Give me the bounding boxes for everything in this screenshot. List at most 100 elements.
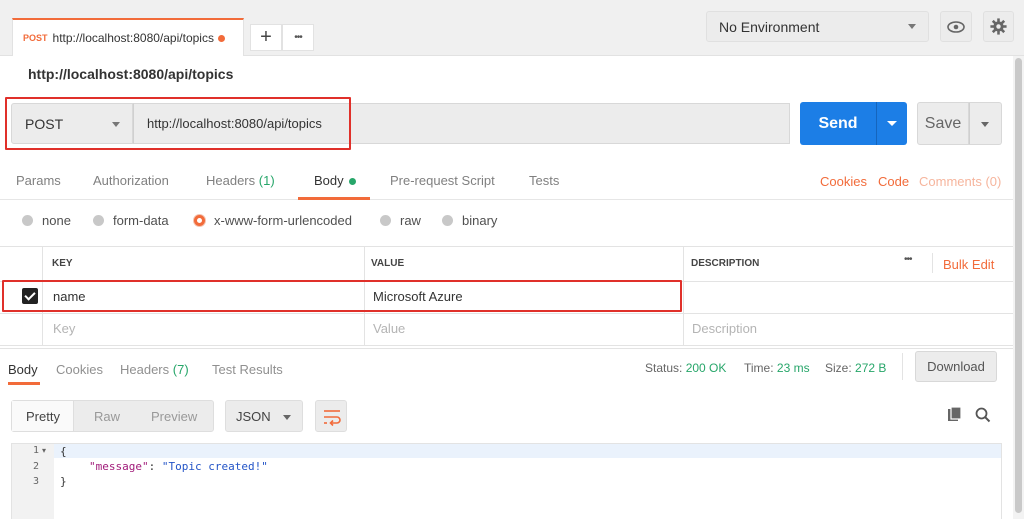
environment-select[interactable]: No Environment: [706, 11, 929, 42]
tab-response-headers[interactable]: Headers (7): [120, 362, 189, 377]
new-description-field[interactable]: Description: [692, 321, 757, 336]
response-language-value: JSON: [236, 408, 271, 424]
request-name[interactable]: http://localhost:8080/api/topics: [28, 66, 233, 82]
tab-response-headers-count: (7): [172, 362, 189, 377]
environment-quick-look-button[interactable]: [940, 11, 972, 42]
radio-icon: [93, 215, 104, 226]
column-header-key: KEY: [52, 258, 73, 269]
line-number: 3: [33, 476, 40, 487]
chevron-down-icon: [908, 24, 916, 29]
unsaved-dot-icon: [217, 34, 225, 42]
new-tab-button[interactable]: +: [250, 24, 282, 51]
send-options-button[interactable]: [876, 102, 907, 145]
tab-response-cookies[interactable]: Cookies: [56, 362, 103, 377]
tab-authorization[interactable]: Authorization: [93, 173, 169, 188]
new-value-field[interactable]: Value: [373, 321, 405, 336]
highlight-box-url: [5, 97, 351, 150]
line-number: 2: [33, 461, 40, 472]
radio-selected-icon: [194, 215, 205, 226]
status-value: 200 OK: [685, 361, 727, 375]
status-readout: Status: 200 OK: [645, 361, 726, 375]
eye-icon: [947, 20, 965, 33]
line-number: 1: [33, 445, 40, 456]
radio-icon: [442, 215, 453, 226]
chevron-down-icon: [283, 415, 291, 420]
save-options-button[interactable]: [969, 102, 1002, 145]
size-value: 272 B: [855, 361, 887, 375]
wrap-lines-button[interactable]: [315, 400, 347, 432]
environment-selected-value: No Environment: [719, 18, 820, 35]
radio-label: form-data: [113, 213, 169, 228]
copy-icon[interactable]: [947, 406, 963, 423]
radio-label: binary: [462, 213, 498, 228]
radio-icon: [380, 215, 391, 226]
table-divider: [683, 246, 684, 346]
gear-icon: [990, 18, 1007, 35]
tab-headers-count: (1): [258, 173, 275, 188]
status-label: Status:: [645, 361, 683, 375]
active-tab-underline: [8, 382, 40, 385]
tab-response-headers-label: Headers: [120, 362, 170, 377]
request-tab-method: POST: [23, 33, 48, 43]
window-scrollbar[interactable]: [1013, 56, 1024, 519]
tab-response-body[interactable]: Body: [8, 362, 38, 377]
tab-test-results[interactable]: Test Results: [212, 362, 283, 377]
column-header-value: VALUE: [371, 258, 405, 269]
time-label: Time:: [744, 361, 774, 375]
radio-icon: [22, 215, 33, 226]
status-separator: [902, 353, 903, 380]
preview-button[interactable]: Preview: [151, 409, 197, 424]
time-readout: Time: 23 ms: [744, 361, 810, 375]
postman-window: POST http://localhost:8080/api/topics + …: [0, 0, 1024, 519]
raw-button[interactable]: Raw: [94, 409, 120, 424]
download-button[interactable]: Download: [915, 351, 997, 382]
tab-headers-label: Headers: [206, 173, 256, 188]
wrap-lines-icon: [324, 410, 341, 427]
tab-prerequest-script[interactable]: Pre-request Script: [390, 173, 495, 188]
radio-raw[interactable]: raw: [380, 213, 421, 228]
radio-binary[interactable]: binary: [442, 213, 497, 228]
tab-tests[interactable]: Tests: [529, 173, 559, 188]
tab-body[interactable]: Body: [314, 173, 356, 188]
tab-more-button[interactable]: •••: [282, 24, 314, 51]
environment-settings-button[interactable]: [983, 11, 1014, 42]
bulk-edit-link[interactable]: Bulk Edit: [943, 257, 994, 272]
tab-params[interactable]: Params: [16, 173, 61, 188]
json-key: "message": [89, 460, 149, 473]
size-label: Size:: [825, 361, 852, 375]
send-button[interactable]: Send: [800, 102, 876, 145]
code-link[interactable]: Code: [878, 174, 909, 189]
radio-x-www-form-urlencoded[interactable]: x-www-form-urlencoded: [194, 213, 352, 228]
request-tab[interactable]: POST http://localhost:8080/api/topics: [12, 18, 244, 56]
comments-link[interactable]: Comments (0): [919, 174, 1001, 189]
active-tab-underline: [298, 197, 370, 200]
search-icon[interactable]: [975, 407, 991, 423]
response-language-select[interactable]: JSON: [225, 400, 303, 432]
body-indicator-dot-icon: [348, 178, 356, 186]
cookies-link[interactable]: Cookies: [820, 174, 867, 189]
new-key-field[interactable]: Key: [53, 321, 75, 336]
header-separator: [932, 253, 933, 273]
active-line-highlight: [54, 444, 1001, 458]
radio-label: raw: [400, 213, 421, 228]
radio-label: x-www-form-urlencoded: [214, 213, 352, 228]
table-more-button[interactable]: •••: [904, 254, 912, 265]
size-readout: Size: 272 B: [825, 361, 886, 375]
column-header-description: DESCRIPTION: [691, 258, 760, 269]
pretty-button[interactable]: Pretty: [26, 409, 60, 424]
highlight-box-row: [2, 280, 682, 312]
tab-body-label: Body: [314, 173, 344, 188]
json-value: "Topic created!": [161, 460, 268, 473]
radio-form-data[interactable]: form-data: [93, 213, 169, 228]
more-icon: •••: [294, 32, 302, 43]
fold-caret-icon[interactable]: ▾: [42, 446, 46, 455]
scrollbar-thumb[interactable]: [1015, 58, 1022, 513]
time-value: 23 ms: [776, 361, 810, 375]
save-button[interactable]: Save: [917, 102, 969, 145]
radio-none[interactable]: none: [22, 213, 71, 228]
tab-headers[interactable]: Headers (1): [206, 173, 275, 188]
plus-icon: +: [260, 26, 272, 48]
json-colon: :: [148, 460, 162, 473]
code-line-2: "message": "Topic created!": [89, 460, 268, 473]
code-line-1: {: [60, 445, 67, 458]
